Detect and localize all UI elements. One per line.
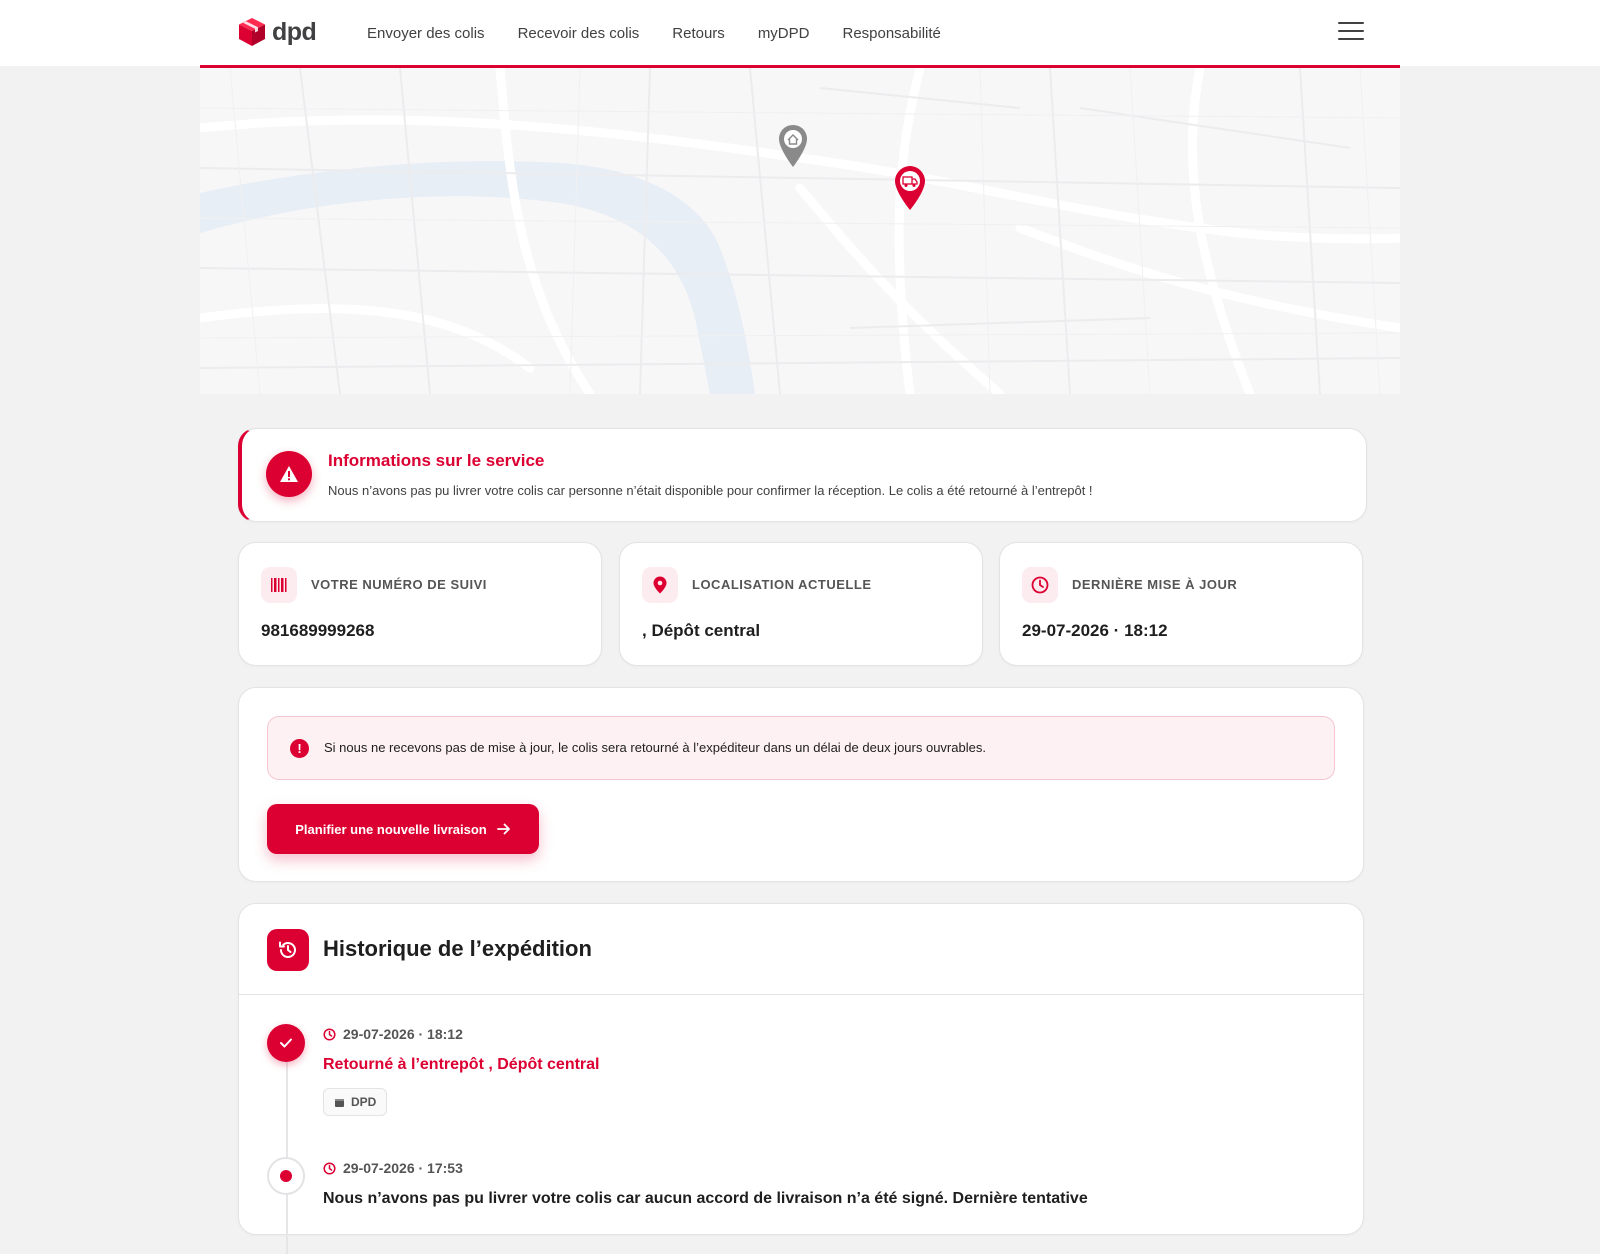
dpd-logo[interactable]: dpd [238, 17, 317, 47]
warning-icon [266, 451, 312, 497]
timeline-dot-icon [267, 1157, 305, 1195]
arrow-right-icon [496, 823, 510, 835]
event-1-time: 29-07-2026 · 18:12 [323, 1026, 463, 1042]
clock-icon [1022, 567, 1058, 603]
event-2-time: 29-07-2026 · 17:53 [323, 1160, 463, 1176]
event-2-time-text: 29-07-2026 · 17:53 [343, 1160, 463, 1176]
timeline-check-icon [267, 1024, 305, 1062]
schedule-delivery-label: Planifier une nouvelle livraison [295, 821, 487, 837]
return-alert: ! Si nous ne recevons pas de mise à jour… [267, 716, 1335, 780]
last-update-card: DERNIÈRE MISE À JOUR 29-07-2026 · 18:12 [999, 542, 1363, 666]
schedule-delivery-button[interactable]: Planifier une nouvelle livraison [267, 804, 539, 854]
top-header: dpd Envoyer des colis Recevoir des colis… [0, 0, 1600, 66]
last-update-value: 29-07-2026 · 18:12 [1022, 621, 1168, 640]
barcode-icon [261, 567, 297, 603]
nav-mydpd[interactable]: myDPD [758, 25, 810, 42]
location-pin-icon [642, 567, 678, 603]
home-location-pin-icon[interactable] [778, 124, 808, 168]
return-alert-text: Si nous ne recevons pas de mise à jour, … [324, 740, 986, 755]
history-divider [239, 994, 1363, 995]
service-info-text: Nous n’avons pas pu livrer votre colis c… [328, 483, 1093, 498]
event-1-time-text: 29-07-2026 · 18:12 [343, 1026, 463, 1042]
map-streets [200, 68, 1400, 394]
tracking-number-value: 981689999268 [261, 621, 375, 640]
logo-text: dpd [272, 17, 317, 46]
event-1-carrier-tag: DPD [323, 1088, 388, 1116]
nav-envoyer[interactable]: Envoyer des colis [367, 25, 485, 42]
timeline-line [286, 1054, 288, 1254]
history-icon [267, 929, 309, 971]
current-location-label: LOCALISATION ACTUELLE [692, 577, 872, 592]
current-location-card: LOCALISATION ACTUELLE , Dépôt central [619, 542, 983, 666]
event-2-title: Nous n’avons pas pu livrer votre colis c… [323, 1190, 1088, 1207]
nav-responsabilite[interactable]: Responsabilité [842, 25, 940, 42]
alert-exclamation-icon: ! [290, 739, 309, 758]
event-1-carrier-text: DPD [351, 1095, 377, 1109]
tracking-number-card: VOTRE NUMÉRO DE SUIVI 981689999268 [238, 542, 602, 666]
hamburger-menu-icon[interactable] [1338, 22, 1364, 42]
clock-icon [323, 1027, 336, 1041]
tracking-map[interactable] [200, 68, 1400, 394]
service-info-title: Informations sur le service [328, 451, 545, 470]
tracking-number-label: VOTRE NUMÉRO DE SUIVI [311, 577, 487, 592]
package-icon [335, 1098, 344, 1107]
shipment-history-card: Historique de l’expédition 29-07-2026 · … [238, 903, 1364, 1254]
clock-icon [323, 1161, 336, 1175]
nav-recevoir[interactable]: Recevoir des colis [518, 25, 640, 42]
truck-location-pin-icon[interactable] [894, 165, 926, 211]
main-nav: Envoyer des colis Recevoir des colis Ret… [367, 0, 941, 66]
last-update-label: DERNIÈRE MISE À JOUR [1072, 577, 1238, 592]
dpd-cube-icon [239, 18, 265, 46]
nav-retours[interactable]: Retours [672, 25, 725, 42]
action-card: ! Si nous ne recevons pas de mise à jour… [238, 687, 1364, 882]
current-location-value: , Dépôt central [642, 621, 761, 640]
service-info-card: Informations sur le service Nous n’avons… [238, 428, 1367, 522]
history-title: Historique de l’expédition [323, 936, 592, 961]
event-1-title: Retourné à l’entrepôt , Dépôt central [323, 1056, 600, 1073]
